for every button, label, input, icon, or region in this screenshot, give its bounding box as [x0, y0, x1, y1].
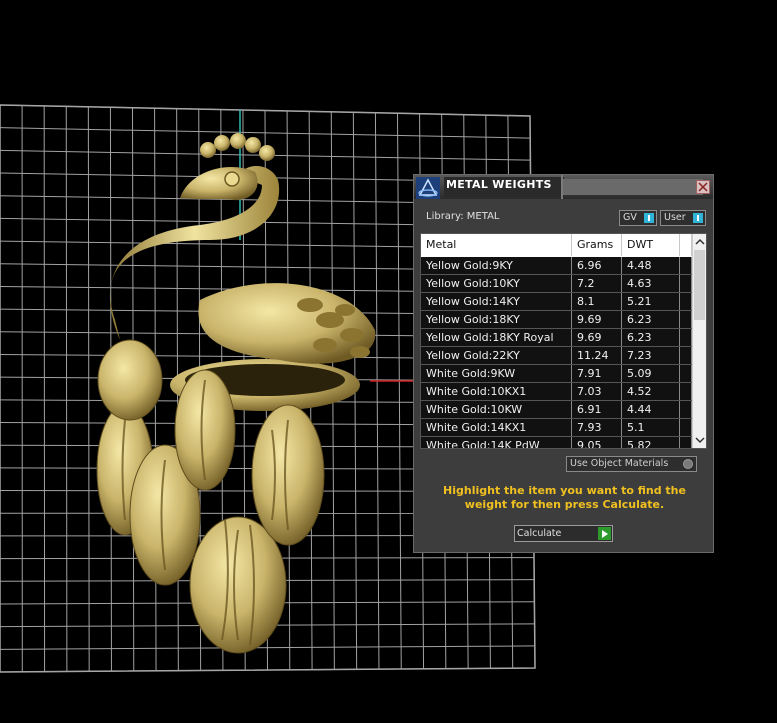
- scroll-thumb[interactable]: [694, 250, 705, 320]
- toggle-knob-icon: [693, 213, 703, 223]
- table-row[interactable]: White Gold:14KX1 7.93 5.1: [421, 419, 692, 437]
- extra-cell: [680, 347, 692, 364]
- user-toggle[interactable]: User: [660, 210, 706, 226]
- metal-cell: White Gold:10KW: [421, 401, 572, 418]
- dwt-cell: 4.63: [622, 275, 680, 292]
- metal-weights-dialog: METAL WEIGHTS Library: METAL GV User Met…: [413, 174, 714, 553]
- column-header-grams[interactable]: Grams: [572, 234, 622, 256]
- dwt-cell: 4.52: [622, 383, 680, 400]
- table-header: Metal Grams DWT: [421, 234, 692, 256]
- grams-cell: 9.69: [572, 329, 622, 346]
- extra-cell: [680, 365, 692, 382]
- dwt-cell: 5.82: [622, 437, 680, 448]
- extra-cell: [680, 383, 692, 400]
- gv-toggle[interactable]: GV: [619, 210, 657, 226]
- dialog-title: METAL WEIGHTS: [444, 177, 564, 197]
- metal-cell: Yellow Gold:18KY Royal: [421, 329, 572, 346]
- metal-cell: White Gold:9KW: [421, 365, 572, 382]
- grams-cell: 7.2: [572, 275, 622, 292]
- dialog-titlebar[interactable]: METAL WEIGHTS: [414, 175, 713, 199]
- metal-cell: Yellow Gold:14KY: [421, 293, 572, 310]
- library-label: Library: METAL: [426, 211, 500, 222]
- table-row[interactable]: White Gold:9KW 7.91 5.09: [421, 365, 692, 383]
- metal-cell: White Gold:10KX1: [421, 383, 572, 400]
- extra-cell: [680, 401, 692, 418]
- title-bar-fill: [563, 179, 703, 195]
- grams-cell: 6.96: [572, 257, 622, 274]
- metal-cell: White Gold:14KX1: [421, 419, 572, 436]
- table-row[interactable]: White Gold:10KX1 7.03 4.52: [421, 383, 692, 401]
- grid-line: [397, 113, 402, 670]
- gv-toggle-label: GV: [623, 212, 637, 223]
- grams-cell: 7.03: [572, 383, 622, 400]
- extra-cell: [680, 293, 692, 310]
- close-icon: [698, 182, 708, 192]
- grams-cell: 8.1: [572, 293, 622, 310]
- close-button[interactable]: [696, 180, 710, 194]
- metal-cell: Yellow Gold:10KY: [421, 275, 572, 292]
- use-object-materials-toggle[interactable]: Use Object Materials: [566, 456, 697, 472]
- extra-cell: [680, 311, 692, 328]
- dwt-cell: 6.23: [622, 311, 680, 328]
- app-logo-icon: [416, 177, 440, 199]
- dwt-cell: 5.1: [622, 419, 680, 436]
- grams-cell: 11.24: [572, 347, 622, 364]
- table-row[interactable]: Yellow Gold:18KY Royal 9.69 6.23: [421, 329, 692, 347]
- table-row[interactable]: White Gold:14K PdW 9.05 5.82: [421, 437, 692, 448]
- extra-cell: [680, 275, 692, 292]
- toggle-knob-icon: [644, 213, 654, 223]
- table-row[interactable]: Yellow Gold:22KY 11.24 7.23: [421, 347, 692, 365]
- column-header-extra: [680, 234, 692, 256]
- extra-cell: [680, 257, 692, 274]
- grams-cell: 9.69: [572, 311, 622, 328]
- dwt-cell: 6.23: [622, 329, 680, 346]
- dwt-cell: 5.09: [622, 365, 680, 382]
- calculate-label: Calculate: [517, 528, 562, 539]
- grams-cell: 7.93: [572, 419, 622, 436]
- dwt-cell: 7.23: [622, 347, 680, 364]
- metal-cell: Yellow Gold:22KY: [421, 347, 572, 364]
- metal-cell: Yellow Gold:9KY: [421, 257, 572, 274]
- grid-line: [65, 106, 68, 672]
- radio-icon: [683, 459, 693, 469]
- column-header-dwt[interactable]: DWT: [622, 234, 680, 256]
- metal-cell: Yellow Gold:18KY: [421, 311, 572, 328]
- table-row[interactable]: Yellow Gold:9KY 6.96 4.48: [421, 257, 692, 275]
- grams-cell: 6.91: [572, 401, 622, 418]
- grams-cell: 9.05: [572, 437, 622, 448]
- table-scrollbar[interactable]: [692, 234, 706, 448]
- table-row[interactable]: White Gold:10KW 6.91 4.44: [421, 401, 692, 419]
- grid-line: [374, 112, 380, 670]
- grid-line: [87, 106, 90, 672]
- chevron-down-icon[interactable]: [695, 435, 705, 445]
- table-row[interactable]: Yellow Gold:18KY 9.69 6.23: [421, 311, 692, 329]
- dwt-cell: 5.21: [622, 293, 680, 310]
- extra-cell: [680, 437, 692, 448]
- table-body: Yellow Gold:9KY 6.96 4.48 Yellow Gold:10KY 7…: [421, 257, 692, 448]
- calculate-button[interactable]: Calculate: [514, 525, 613, 542]
- play-arrow-icon: [598, 527, 611, 540]
- metal-table: Metal Grams DWT Yellow Gold:9KY 6.96 4.48 Y…: [420, 233, 707, 449]
- user-toggle-label: User: [664, 212, 686, 223]
- dwt-cell: 4.44: [622, 401, 680, 418]
- chevron-up-icon[interactable]: [695, 237, 705, 247]
- grams-cell: 7.91: [572, 365, 622, 382]
- column-header-metal[interactable]: Metal: [421, 234, 572, 256]
- use-object-materials-label: Use Object Materials: [570, 458, 669, 469]
- dwt-cell: 4.48: [622, 257, 680, 274]
- instruction-text: Highlight the item you want to find the …: [443, 484, 686, 511]
- metal-cell: White Gold:14K PdW: [421, 437, 572, 448]
- table-row[interactable]: Yellow Gold:14KY 8.1 5.21: [421, 293, 692, 311]
- extra-cell: [680, 419, 692, 436]
- extra-cell: [680, 329, 692, 346]
- table-row[interactable]: Yellow Gold:10KY 7.2 4.63: [421, 275, 692, 293]
